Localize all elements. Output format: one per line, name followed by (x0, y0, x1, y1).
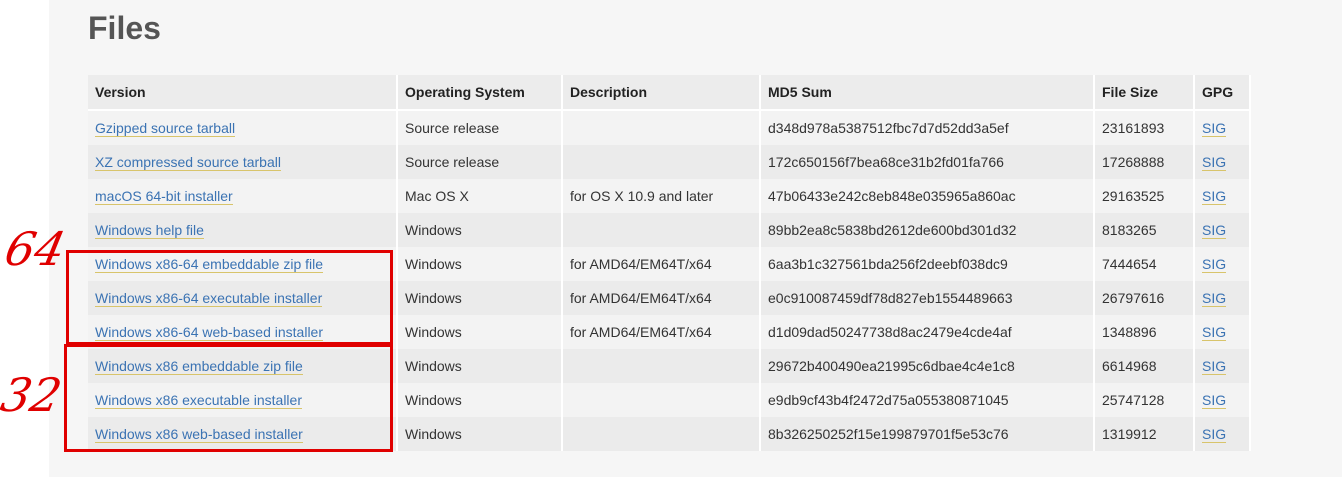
os-cell: Mac OS X (397, 179, 563, 213)
description-cell (562, 145, 761, 179)
gpg-cell: SIG (1194, 247, 1251, 281)
header-operating-system: Operating System (397, 75, 563, 111)
size-cell: 7444654 (1094, 247, 1195, 281)
page-title: Files (88, 10, 161, 46)
description-cell (562, 417, 761, 451)
annotation-32: 32 (0, 368, 67, 422)
table-header-row: Version Operating System Description MD5… (88, 75, 1251, 111)
gpg-cell: SIG (1194, 145, 1251, 179)
annotation-64: 64 (0, 222, 71, 276)
size-cell: 6614968 (1094, 349, 1195, 383)
header-gpg: GPG (1194, 75, 1251, 111)
gpg-cell: SIG (1194, 281, 1251, 315)
header-file-size: File Size (1094, 75, 1195, 111)
md5-cell: 8b326250252f15e199879701f5e53c76 (760, 417, 1095, 451)
table-row: Windows help file Windows 89bb2ea8c5838b… (88, 213, 1251, 247)
description-cell (562, 349, 761, 383)
md5-cell: 172c650156f7bea68ce31b2fd01fa766 (760, 145, 1095, 179)
header-description: Description (562, 75, 761, 111)
size-cell: 1319912 (1094, 417, 1195, 451)
gpg-cell: SIG (1194, 383, 1251, 417)
md5-cell: 47b06433e242c8eb848e035965a860ac (760, 179, 1095, 213)
description-cell (562, 213, 761, 247)
size-cell: 17268888 (1094, 145, 1195, 179)
sig-link[interactable]: SIG (1202, 222, 1227, 239)
sig-link[interactable]: SIG (1202, 154, 1227, 171)
md5-cell: 29672b400490ea21995c6dbae4c4e1c8 (760, 349, 1095, 383)
description-cell (562, 110, 761, 145)
sig-link[interactable]: SIG (1202, 324, 1227, 341)
version-cell: XZ compressed source tarball (88, 145, 398, 179)
os-cell: Windows (397, 417, 563, 451)
version-cell: Gzipped source tarball (88, 110, 398, 145)
sig-link[interactable]: SIG (1202, 358, 1227, 375)
md5-cell: 89bb2ea8c5838bd2612de600bd301d32 (760, 213, 1095, 247)
md5-cell: e0c910087459df78d827eb1554489663 (760, 281, 1095, 315)
sig-link[interactable]: SIG (1202, 426, 1227, 443)
download-link[interactable]: Gzipped source tarball (95, 120, 236, 137)
os-cell: Windows (397, 349, 563, 383)
gpg-cell: SIG (1194, 110, 1251, 145)
sig-link[interactable]: SIG (1202, 290, 1227, 307)
os-cell: Windows (397, 213, 563, 247)
gpg-cell: SIG (1194, 349, 1251, 383)
sig-link[interactable]: SIG (1202, 188, 1227, 205)
description-cell: for AMD64/EM64T/x64 (562, 315, 761, 349)
md5-cell: 6aa3b1c327561bda256f2deebf038dc9 (760, 247, 1095, 281)
sig-link[interactable]: SIG (1202, 120, 1227, 137)
md5-cell: e9db9cf43b4f2472d75a055380871045 (760, 383, 1095, 417)
description-cell: for AMD64/EM64T/x64 (562, 281, 761, 315)
md5-cell: d1d09dad50247738d8ac2479e4cde4af (760, 315, 1095, 349)
download-link[interactable]: XZ compressed source tarball (95, 154, 281, 171)
size-cell: 23161893 (1094, 110, 1195, 145)
highlight-box-32 (64, 344, 393, 452)
version-cell: Windows help file (88, 213, 398, 247)
table-row: Gzipped source tarball Source release d3… (88, 110, 1251, 145)
size-cell: 26797616 (1094, 281, 1195, 315)
gpg-cell: SIG (1194, 417, 1251, 451)
size-cell: 8183265 (1094, 213, 1195, 247)
sig-link[interactable]: SIG (1202, 256, 1227, 273)
md5-cell: d348d978a5387512fbc7d7d52dd3a5ef (760, 110, 1095, 145)
sig-link[interactable]: SIG (1202, 392, 1227, 409)
os-cell: Windows (397, 315, 563, 349)
description-cell: for AMD64/EM64T/x64 (562, 247, 761, 281)
download-link[interactable]: Windows help file (95, 222, 204, 239)
page: Files Version Operating System Descripti… (0, 0, 1342, 477)
table-row: macOS 64-bit installer Mac OS X for OS X… (88, 179, 1251, 213)
description-cell (562, 383, 761, 417)
os-cell: Windows (397, 247, 563, 281)
gpg-cell: SIG (1194, 315, 1251, 349)
highlight-box-64 (66, 250, 393, 345)
version-cell: macOS 64-bit installer (88, 179, 398, 213)
os-cell: Windows (397, 383, 563, 417)
size-cell: 1348896 (1094, 315, 1195, 349)
size-cell: 25747128 (1094, 383, 1195, 417)
table-row: XZ compressed source tarball Source rele… (88, 145, 1251, 179)
header-version: Version (88, 75, 398, 111)
gpg-cell: SIG (1194, 179, 1251, 213)
size-cell: 29163525 (1094, 179, 1195, 213)
header-md5-sum: MD5 Sum (760, 75, 1095, 111)
os-cell: Windows (397, 281, 563, 315)
download-link[interactable]: macOS 64-bit installer (95, 188, 233, 205)
os-cell: Source release (397, 145, 563, 179)
os-cell: Source release (397, 110, 563, 145)
description-cell: for OS X 10.9 and later (562, 179, 761, 213)
gpg-cell: SIG (1194, 213, 1251, 247)
